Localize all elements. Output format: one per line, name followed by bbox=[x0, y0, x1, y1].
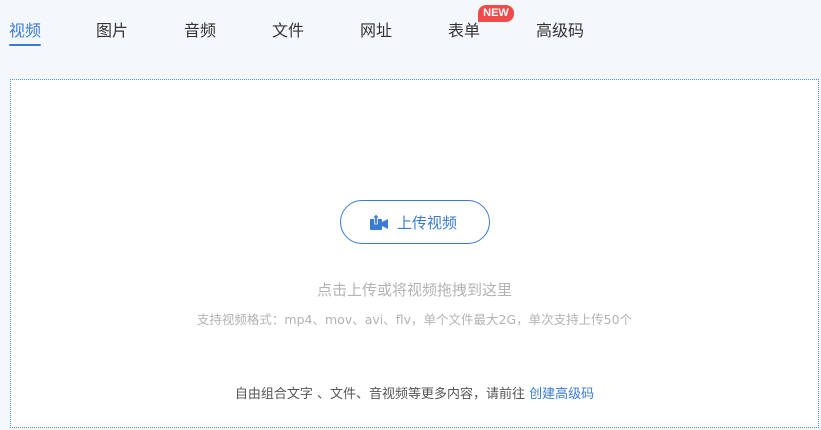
upload-video-button[interactable]: 上传视频 bbox=[340, 200, 490, 244]
advanced-code-note: 自由组合文字 、文件、音视频等更多内容，请前往 创建高级码 bbox=[0, 386, 821, 404]
tab-advanced-code[interactable]: 高级码 bbox=[536, 20, 584, 42]
tab-video[interactable]: 视频 bbox=[9, 20, 41, 42]
upload-video-icon bbox=[370, 213, 388, 230]
tab-file[interactable]: 文件 bbox=[272, 20, 304, 42]
supported-formats-note: 支持视频格式：mp4、mov、avi、flv，单个文件最大2G，单次支持上传50… bbox=[196, 312, 633, 327]
media-type-tabs: 视频 图片 音频 文件 网址 表单 NEW 高级码 bbox=[0, 0, 821, 62]
active-tab-indicator bbox=[9, 44, 41, 46]
tab-audio[interactable]: 音频 bbox=[184, 20, 216, 42]
advanced-code-note-text: 自由组合文字 、文件、音视频等更多内容，请前往 bbox=[234, 387, 525, 402]
upload-button-label: 上传视频 bbox=[397, 214, 458, 232]
drag-drop-hint: 点击上传或将视频拖拽到这里 bbox=[316, 281, 512, 299]
tab-url[interactable]: 网址 bbox=[360, 20, 392, 42]
new-badge: NEW bbox=[478, 5, 514, 22]
tab-image[interactable]: 图片 bbox=[96, 20, 128, 42]
upload-dropzone[interactable] bbox=[10, 79, 819, 428]
tab-form[interactable]: 表单 bbox=[448, 20, 480, 42]
create-advanced-code-link[interactable]: 创建高级码 bbox=[529, 387, 594, 402]
